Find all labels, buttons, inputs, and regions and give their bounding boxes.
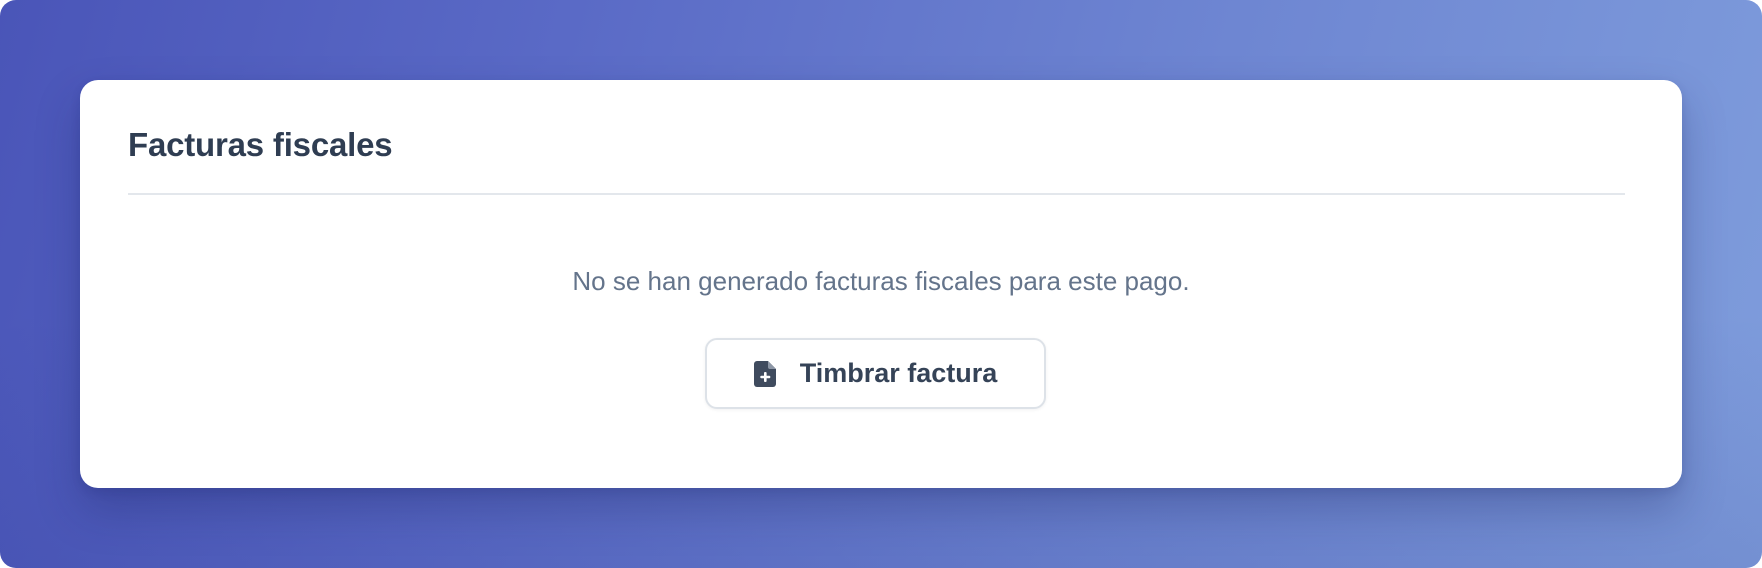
file-plus-icon [753,360,776,387]
title-divider [128,193,1625,195]
invoices-card: Facturas fiscales No se han generado fac… [80,80,1682,488]
stamp-invoice-label: Timbrar factura [799,358,998,388]
empty-state-message: No se han generado facturas fiscales par… [572,266,1190,296]
stamp-invoice-button[interactable]: Timbrar factura [705,338,1046,409]
background-frame: Facturas fiscales No se han generado fac… [0,0,1762,568]
card-title: Facturas fiscales [128,126,393,163]
